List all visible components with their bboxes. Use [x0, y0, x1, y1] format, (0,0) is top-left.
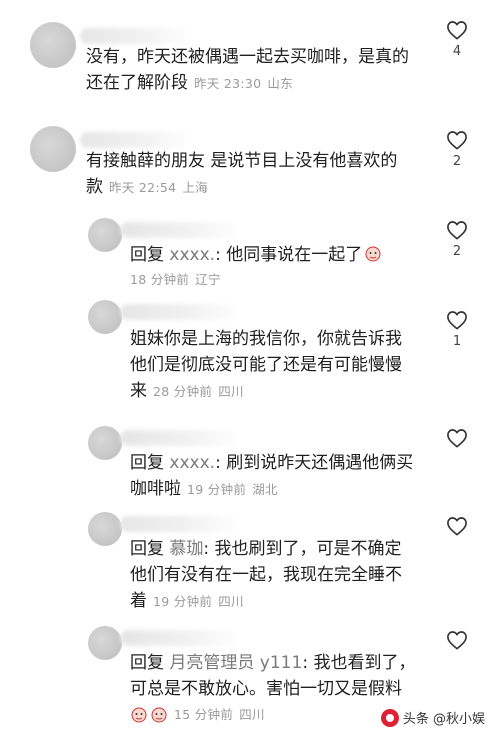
- reply-label: 回复: [130, 653, 164, 673]
- like-button[interactable]: 1: [439, 310, 475, 349]
- like-button[interactable]: 2: [439, 220, 475, 259]
- comment-item: 没有，昨天还被偶遇一起去买咖啡，是真的 还在了解阶段 昨天 23:30 山东 4: [0, 0, 499, 110]
- username-blurred[interactable]: [120, 516, 240, 532]
- heart-icon: [447, 21, 467, 40]
- username-blurred[interactable]: [120, 430, 240, 446]
- watermark: 头条 @秋小娱: [380, 708, 485, 727]
- heart-icon: [447, 131, 467, 150]
- comment-text: 没有，昨天还被偶遇一起去买咖啡，是真的 还在了解阶段 昨天 23:30 山东: [86, 47, 409, 93]
- username-blurred[interactable]: [80, 132, 190, 148]
- reply-item: 回复 xxxx.: 刷到说昨天还偶遇他俩买 咖啡啦 19 分钟前 湖北: [0, 416, 499, 506]
- like-button[interactable]: [439, 428, 475, 452]
- heart-icon: [447, 221, 467, 240]
- reply-text: 姐妹你是上海的我信你，你就告诉我 他们是彻底没可能了还是有可能慢慢 来 28 分钟…: [130, 329, 402, 401]
- reply-item: 姐妹你是上海的我信你，你就告诉我 他们是彻底没可能了还是有可能慢慢 来 28 分钟…: [0, 294, 499, 416]
- comment-location: 山东: [267, 76, 294, 91]
- avatar[interactable]: [88, 626, 122, 660]
- heart-icon: [447, 429, 467, 448]
- username-blurred[interactable]: [120, 630, 240, 646]
- reply-target-name[interactable]: xxxx.: [169, 245, 215, 265]
- like-button[interactable]: [439, 516, 475, 540]
- like-count: 4: [452, 44, 462, 59]
- toutiao-logo-icon: [380, 708, 399, 727]
- avatar[interactable]: [88, 426, 122, 460]
- reply-target-name[interactable]: 月亮管理员 y111: [169, 653, 302, 673]
- like-count: 1: [452, 334, 462, 349]
- comment-time: 19 分钟前: [187, 482, 247, 497]
- watermark-text: 头条 @秋小娱: [402, 712, 485, 727]
- like-button[interactable]: 4: [439, 20, 475, 59]
- like-count: 2: [452, 244, 462, 259]
- comment-location: 四川: [218, 594, 244, 609]
- reply-item: 回复 xxxx.: 他同事说在一起了 18 分钟前 辽宁 2: [0, 212, 499, 294]
- comment-time: 18 分钟前: [130, 272, 190, 287]
- heart-icon: [447, 517, 467, 536]
- comment-location: 湖北: [252, 482, 278, 497]
- username-blurred[interactable]: [120, 304, 240, 320]
- heart-icon: [447, 631, 467, 650]
- reply-text: 回复 xxxx.: 他同事说在一起了 18 分钟前 辽宁: [130, 242, 420, 293]
- avatar[interactable]: [88, 300, 122, 334]
- reply-target-name[interactable]: 慕珈: [169, 539, 203, 559]
- like-count: 2: [452, 154, 462, 169]
- avatar[interactable]: [30, 22, 76, 68]
- username-blurred[interactable]: [80, 28, 190, 44]
- username-blurred[interactable]: [120, 222, 240, 238]
- comment-time: 昨天 22:54: [109, 180, 177, 195]
- reply-label: 回复: [130, 539, 164, 559]
- comment-time: 19 分钟前: [153, 594, 213, 609]
- comment-item: 有接触薛的朋友 是说节目上没有他喜欢的 款昨天 22:54 上海 2: [0, 110, 499, 215]
- avatar[interactable]: [88, 512, 122, 546]
- reply-item: 回复 慕珈: 我也刷到了，可是不确定 他们有没有在一起，我现在完全睡不 着 19 …: [0, 506, 499, 622]
- avatar[interactable]: [30, 126, 76, 172]
- reply-text: 回复 慕珈: 我也刷到了，可是不确定 他们有没有在一起，我现在完全睡不 着 19 …: [130, 539, 402, 611]
- reply-text: 回复 xxxx.: 刷到说昨天还偶遇他俩买 咖啡啦 19 分钟前 湖北: [130, 453, 414, 499]
- comment-location: 上海: [182, 180, 209, 195]
- like-button[interactable]: 2: [439, 130, 475, 169]
- reply-label: 回复: [130, 453, 164, 473]
- comment-time: 28 分钟前: [153, 384, 213, 399]
- comment-location: 四川: [218, 384, 244, 399]
- reply-target-name[interactable]: xxxx.: [169, 453, 215, 473]
- emoji-icon: [131, 707, 147, 723]
- like-button[interactable]: [439, 630, 475, 654]
- emoji-icon: [151, 707, 167, 723]
- comment-location: 四川: [239, 707, 265, 722]
- heart-icon: [447, 311, 467, 330]
- avatar[interactable]: [88, 218, 122, 252]
- emoji-icon: [365, 246, 381, 262]
- reply-label: 回复: [130, 245, 164, 265]
- comment-time: 昨天 23:30: [194, 76, 262, 91]
- comment-time: 15 分钟前: [174, 707, 234, 722]
- comment-text: 有接触薛的朋友 是说节目上没有他喜欢的 款昨天 22:54 上海: [86, 151, 398, 197]
- comment-location: 辽宁: [195, 272, 221, 287]
